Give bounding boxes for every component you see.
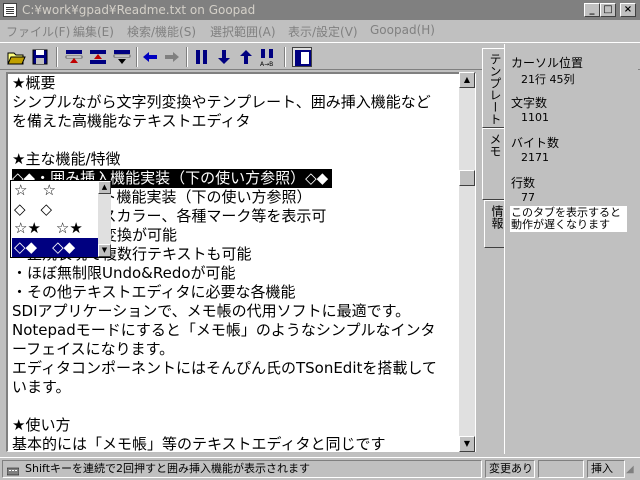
window-title: C:¥work¥gpad¥Readme.txt on Goopad xyxy=(22,3,256,17)
title-bar[interactable]: C:¥work¥gpad¥Readme.txt on Goopad _ □ × xyxy=(0,0,640,20)
editor-line[interactable]: ・その他テキストエディタに必要な各機能 xyxy=(12,283,462,302)
editor-line-text: ・ほぼ無制限Undo&Redoが可能 xyxy=(12,264,236,282)
forward-arrow-icon[interactable] xyxy=(162,47,182,67)
editor-line-text: います。 xyxy=(12,378,71,396)
info-panel: カーソル位置 21行 45列 文字数 1101 バイト数 2171 行数 77 … xyxy=(504,44,638,454)
char-count-label: 文字数 xyxy=(511,96,548,110)
insert-bottom-icon[interactable] xyxy=(112,47,132,67)
editor-line[interactable]: ★使い方 xyxy=(12,416,462,435)
app-window: C:¥work¥gpad¥Readme.txt on Goopad _ □ × … xyxy=(0,0,640,480)
status-modified: 変更あり xyxy=(485,460,535,478)
editor-text[interactable]: ★概要 シンプルながら文字列変換やテンプレート、囲み挿入機能など を備えた高機能なテ… xyxy=(12,74,462,452)
editor-line[interactable]: ★主な機能/特徴 xyxy=(12,150,462,169)
popup-scroll-up-button[interactable]: ▲ xyxy=(98,181,111,194)
bookmark-icon[interactable] xyxy=(192,47,212,67)
insert-top-icon[interactable] xyxy=(64,47,84,67)
toolbar-separator xyxy=(186,47,188,67)
notepad-app-icon[interactable] xyxy=(3,3,17,17)
menu-view[interactable]: 表示/設定(V) xyxy=(288,23,358,40)
menu-file[interactable]: ファイル(F) xyxy=(6,23,70,40)
down-arrow-icon[interactable] xyxy=(214,47,234,67)
editor-line[interactable]: シンプルながら文字列変換やテンプレート、囲み挿入機能など xyxy=(12,93,462,112)
scroll-up-button[interactable]: ▲ xyxy=(459,72,475,88)
enclose-insert-popup[interactable]: ☆ ☆ ◇ ◇ ☆★ ☆★ ◇◆ ◇◆ ▲ ▼ xyxy=(10,180,111,258)
menu-search[interactable]: 検索/機能(S) xyxy=(127,23,196,40)
byte-count-value: 2171 xyxy=(521,151,549,164)
close-button[interactable]: × xyxy=(620,3,636,17)
editor-line[interactable]: SDIアプリケーションで、メモ帳の代用ソフトに最適です。 xyxy=(12,302,462,321)
editor-line-text: シンプルながら文字列変換やテンプレート、囲み挿入機能など xyxy=(12,93,431,111)
editor-line[interactable]: Notepadモードにすると「メモ帳」のようなシンプルなインタ xyxy=(12,321,462,340)
editor-line-text: 基本的には「メモ帳」等のテキストエディタと同じです xyxy=(12,435,386,452)
tab-memo-label: メモ xyxy=(488,133,502,157)
editor-line[interactable]: ・ほぼ無制限Undo&Redoが可能 xyxy=(12,264,462,283)
popup-scrollbar[interactable]: ▲ ▼ xyxy=(98,181,111,257)
save-icon[interactable] xyxy=(30,47,50,67)
char-count-value: 1101 xyxy=(521,111,549,124)
minimize-button[interactable]: _ xyxy=(584,3,600,17)
status-insert-mode[interactable]: 挿入 xyxy=(587,460,625,478)
editor-line[interactable]: います。 xyxy=(12,378,462,397)
resize-grip[interactable]: ◢ xyxy=(626,464,638,478)
editor-line-text: ★主な機能/特徴 xyxy=(12,150,121,168)
menu-bar: ファイル(F) 編集(E) 検索/機能(S) 選択範囲(A) 表示/設定(V) … xyxy=(0,20,640,40)
insert-mid-icon[interactable] xyxy=(88,47,108,67)
editor-line-text: を備えた高機能なテキストエディタ xyxy=(12,112,251,130)
editor-line[interactable]: ★概要 xyxy=(12,74,462,93)
editor-line[interactable]: を備えた高機能なテキストエディタ xyxy=(12,112,462,131)
text-editor[interactable]: ★概要 シンプルながら文字列変換やテンプレート、囲み挿入機能など を備えた高機能なテ… xyxy=(6,72,476,452)
line-count-label: 行数 xyxy=(511,176,536,190)
up-arrow-icon[interactable] xyxy=(236,47,256,67)
editor-line-text: Notepadモードにすると「メモ帳」のようなシンプルなインタ xyxy=(12,321,436,339)
info-tab-note: このタブを表示すると動作が遅くなります xyxy=(510,206,627,232)
menu-goopad[interactable]: Goopad(H) xyxy=(370,23,435,37)
tab-memo[interactable]: メモ xyxy=(482,128,504,200)
toolbar-separator xyxy=(136,47,138,67)
byte-count-label: バイト数 xyxy=(511,136,560,150)
back-arrow-icon[interactable] xyxy=(140,47,160,67)
side-tabs: テンプレート メモ 情報 xyxy=(482,44,506,464)
editor-line-text: SDIアプリケーションで、メモ帳の代用ソフトに最適です。 xyxy=(12,302,411,320)
editor-line[interactable] xyxy=(12,131,462,150)
editor-line[interactable]: エディタコンポーネントにはそんぴん氏のTSonEditを搭載して xyxy=(12,359,462,378)
status-message: Shiftキーを連続で2回押すと囲み挿入機能が表示されます xyxy=(2,460,482,478)
open-folder-icon[interactable] xyxy=(6,47,26,67)
tab-template[interactable]: テンプレート xyxy=(482,48,504,128)
cursor-position-label: カーソル位置 xyxy=(511,56,584,70)
replace-icon[interactable]: A→B xyxy=(258,47,278,67)
maximize-button[interactable]: □ xyxy=(600,3,616,17)
popup-scroll-down-button[interactable]: ▼ xyxy=(98,244,111,257)
scroll-down-button[interactable]: ▼ xyxy=(459,436,475,452)
status-blank xyxy=(538,460,584,478)
editor-line[interactable]: 基本的には「メモ帳」等のテキストエディタと同じです xyxy=(12,435,462,452)
editor-line[interactable]: ーフェイスになります。 xyxy=(12,340,462,359)
menu-edit[interactable]: 編集(E) xyxy=(73,23,114,40)
popup-item[interactable]: ☆ ☆ xyxy=(12,181,98,200)
tab-info[interactable]: 情報 xyxy=(484,200,506,248)
popup-item[interactable]: ☆★ ☆★ xyxy=(12,219,98,238)
toolbar-separator xyxy=(56,47,58,67)
svg-text:A→B: A→B xyxy=(260,61,273,67)
editor-line-text: ★使い方 xyxy=(12,416,71,434)
editor-line[interactable] xyxy=(12,397,462,416)
status-message-text: Shiftキーを連続で2回押すと囲み挿入機能が表示されます xyxy=(25,462,310,475)
popup-item[interactable]: ◇ ◇ xyxy=(12,200,98,219)
editor-line-text: ★概要 xyxy=(12,74,56,92)
editor-vertical-scrollbar[interactable]: ▲ ▼ xyxy=(459,72,475,452)
tab-template-label: テンプレート xyxy=(488,53,502,125)
toolbar-separator xyxy=(284,47,286,67)
editor-line-text: ーフェイスになります。 xyxy=(12,340,175,358)
scroll-thumb[interactable] xyxy=(459,170,475,186)
popup-item-selected[interactable]: ◇◆ ◇◆ xyxy=(12,238,98,257)
editor-line-text: エディタコンポーネントにはそんぴん氏のTSonEditを搭載して xyxy=(12,359,437,377)
status-bar: Shiftキーを連続で2回押すと囲み挿入機能が表示されます 変更あり 挿入 ◢ xyxy=(0,457,640,480)
line-count-value: 77 xyxy=(521,191,535,204)
keyboard-icon xyxy=(7,467,19,476)
menu-selection[interactable]: 選択範囲(A) xyxy=(210,23,276,40)
editor-line-text: ・その他テキストエディタに必要な各機能 xyxy=(12,283,296,301)
panel-toggle-icon[interactable] xyxy=(292,47,312,67)
cursor-position-value: 21行 45列 xyxy=(521,73,575,86)
